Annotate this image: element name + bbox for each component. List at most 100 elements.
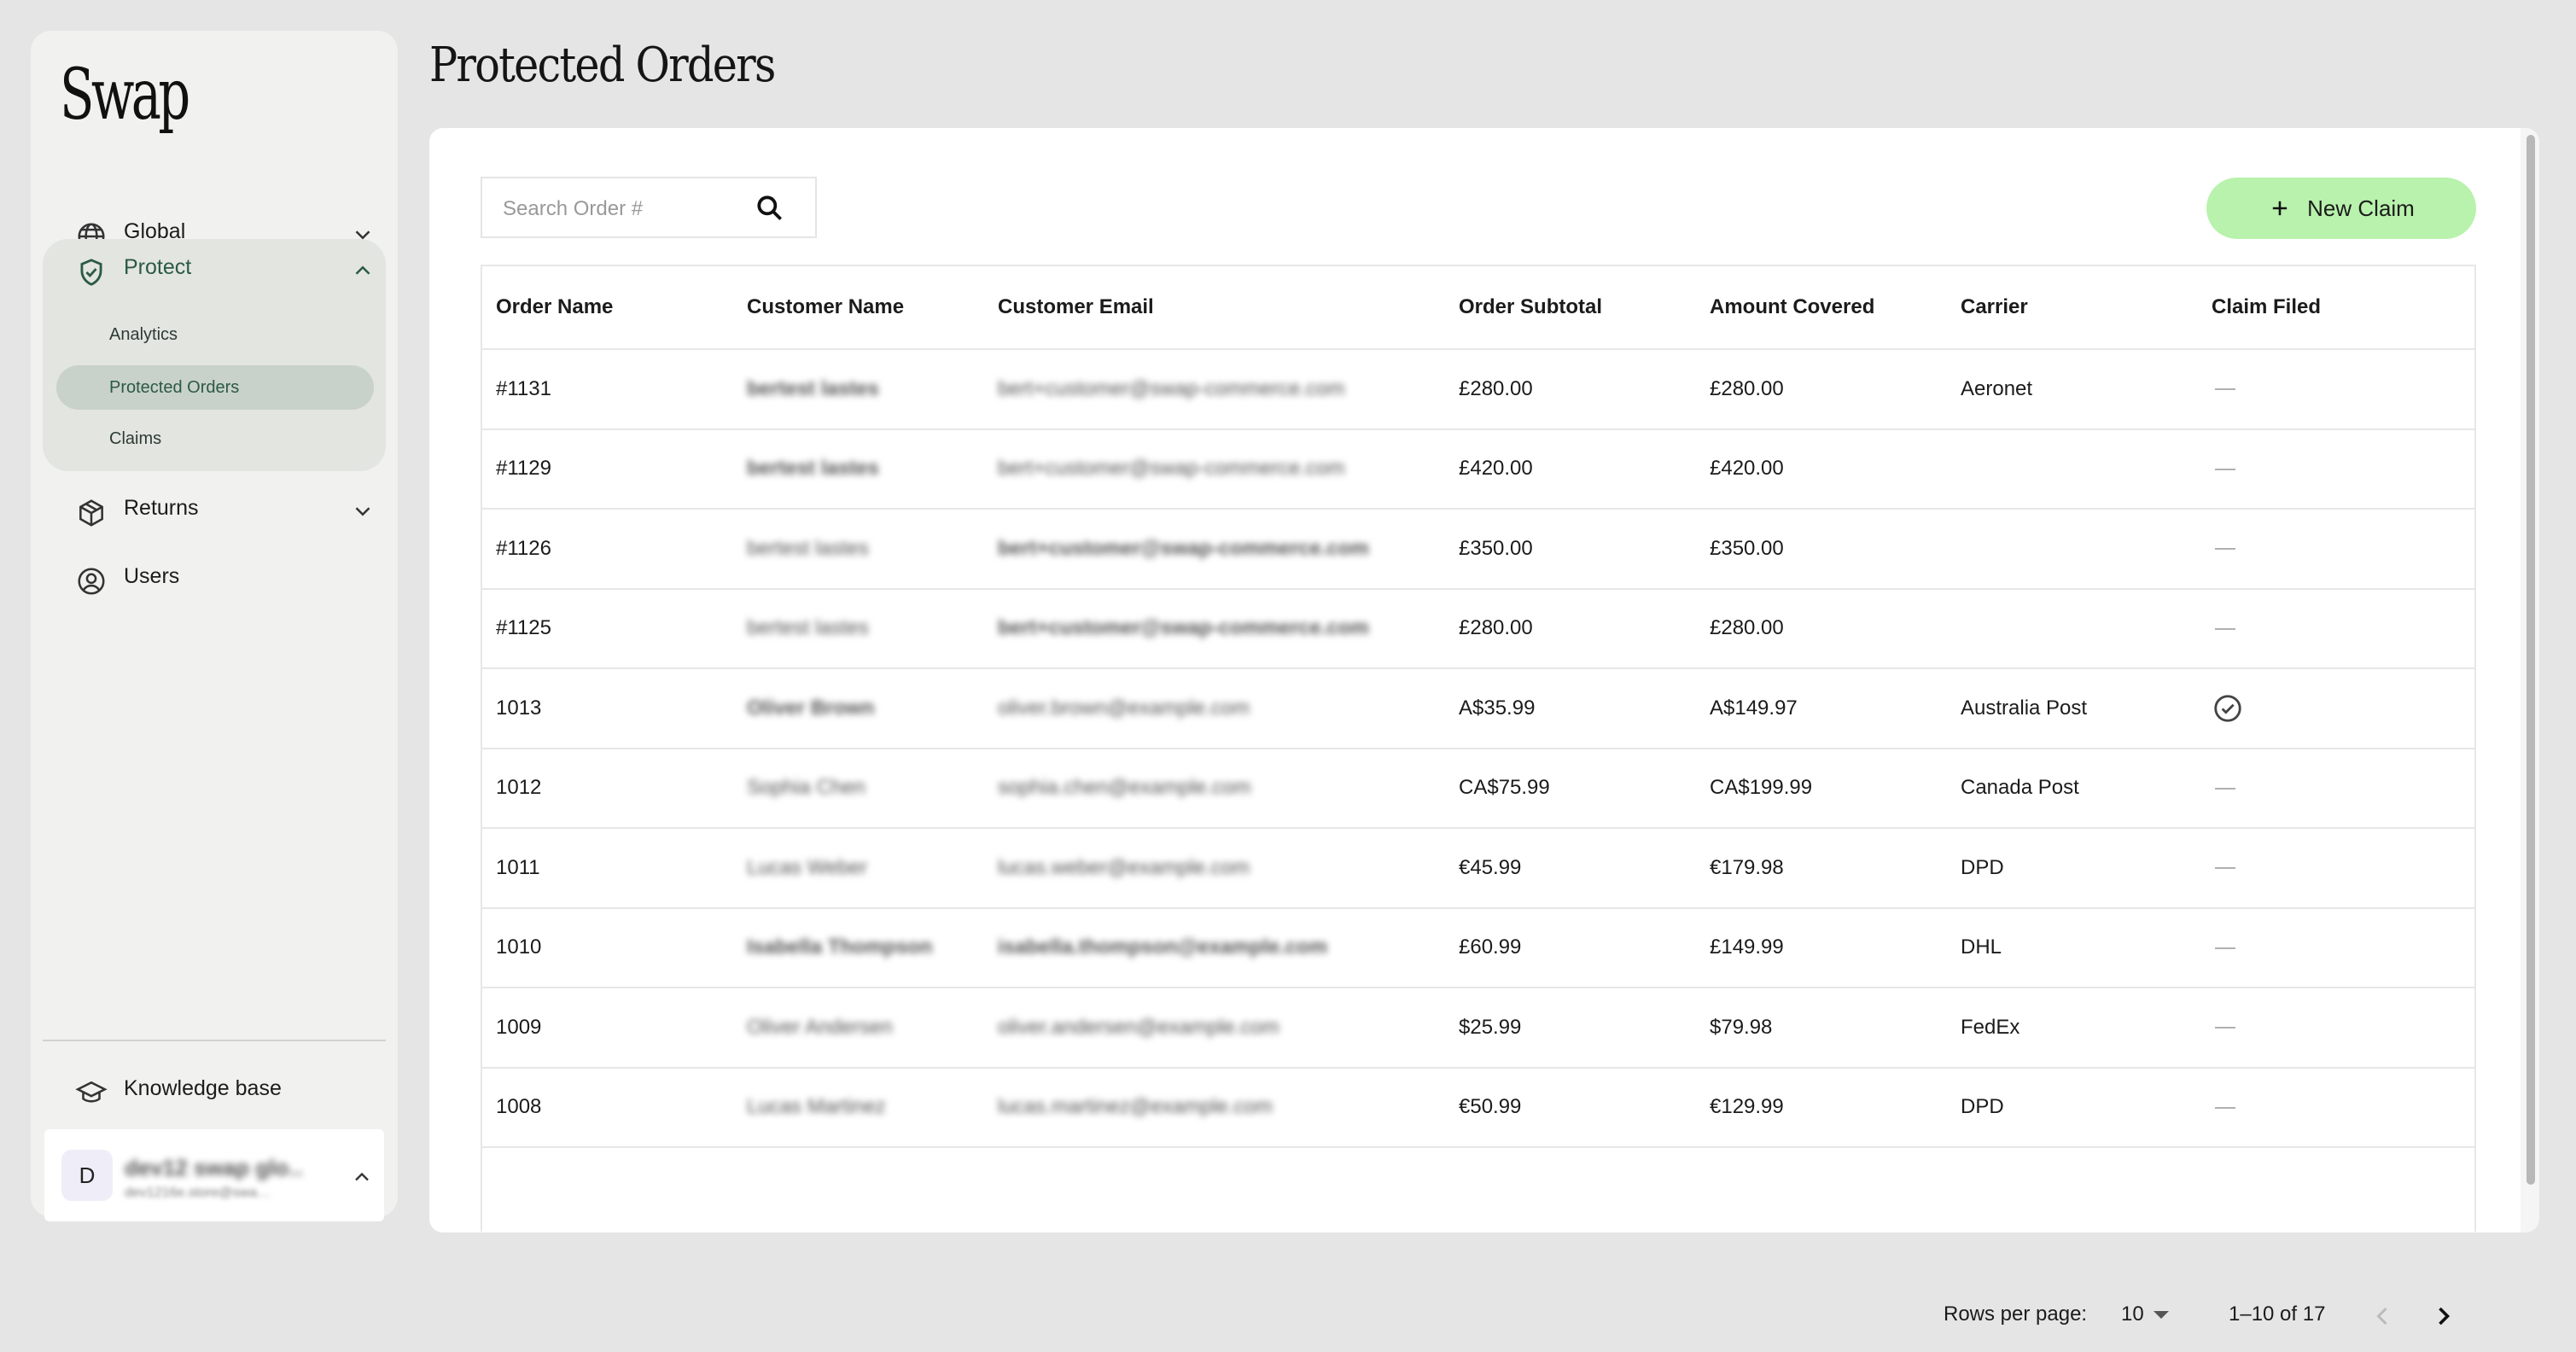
order-subtotal-cell: £280.00 (1445, 349, 1696, 430)
chevron-up-icon[interactable] (350, 1165, 374, 1189)
carrier-cell: DPD (1947, 1067, 2198, 1148)
column-header[interactable]: Order Name (482, 266, 733, 350)
rows-per-page-select[interactable]: 10 (2121, 1302, 2144, 1326)
dash-icon (2215, 1027, 2235, 1029)
claim-filed-cell (2198, 668, 2474, 749)
claim-filed-cell (2198, 907, 2474, 988)
carrier-cell (1947, 428, 2198, 510)
rows-per-page-label: Rows per page: (1944, 1302, 2088, 1326)
claim-filed-cell (2198, 748, 2474, 829)
order-name-cell: #1131 (482, 349, 733, 430)
order-subtotal-cell: £60.99 (1445, 907, 1696, 988)
order-name-cell: #1126 (482, 509, 733, 590)
order-subtotal-cell: CA$75.99 (1445, 748, 1696, 829)
customer-name-cell: bertest lastes (733, 509, 984, 590)
customer-name-cell: Oliver Brown (733, 668, 984, 749)
column-header[interactable]: Carrier (1947, 266, 2198, 350)
user-circle-icon (78, 568, 105, 595)
shield-check-icon (80, 259, 102, 286)
table-row[interactable]: #1129 bertest lastes bert+customer@swap-co… (482, 428, 2474, 510)
new-claim-button[interactable]: New Claim (2206, 178, 2476, 239)
claim-filed-cell (2198, 828, 2474, 909)
caret-down-icon[interactable] (2153, 1311, 2169, 1319)
account-switcher[interactable]: D dev12 swap glo… dev1216e.store@swa… (44, 1129, 384, 1221)
claim-filed-cell (2198, 428, 2474, 510)
table-header-row: Order Name Customer Name Customer Email … (482, 266, 2474, 350)
amount-covered-cell: £149.99 (1696, 907, 1947, 988)
customer-name-cell: bertest lastes (733, 588, 984, 669)
pagination-range: 1–10 of 17 (2229, 1302, 2326, 1326)
table-row[interactable]: 1013 Oliver Brown oliver.brown@example.com… (482, 668, 2474, 749)
dash-icon (2215, 468, 2235, 470)
column-header[interactable]: Amount Covered (1696, 266, 1947, 350)
sidebar-divider (43, 1040, 386, 1041)
carrier-cell (1947, 588, 2198, 669)
dash-icon (2215, 388, 2235, 391)
claim-filed-cell (2198, 349, 2474, 430)
customer-email-cell: bert+customer@swap-commerce.com (984, 588, 1445, 669)
search-box (481, 177, 817, 238)
table-row[interactable]: #1126 bertest lastes bert+customer@swap-co… (482, 509, 2474, 590)
carrier-cell: FedEx (1947, 988, 2198, 1069)
amount-covered-cell: £280.00 (1696, 349, 1947, 430)
app-logo: Swap (60, 55, 190, 136)
table-row[interactable]: 1011 Lucas Weber lucas.weber@example.com €4… (482, 828, 2474, 909)
customer-email-cell: sophia.chen@example.com (984, 748, 1445, 829)
amount-covered-cell: A$149.97 (1696, 668, 1947, 749)
sidebar-item-label: Returns (124, 495, 199, 520)
sidebar-subitem-claims[interactable]: Claims (56, 417, 374, 461)
sidebar-item-protect[interactable]: Protect (44, 239, 384, 295)
scrollbar-thumb[interactable] (2526, 135, 2535, 1185)
amount-covered-cell: £420.00 (1696, 428, 1947, 510)
column-header[interactable]: Customer Email (984, 266, 1445, 350)
sidebar-subitem-analytics[interactable]: Analytics (56, 312, 374, 357)
chevron-right-icon[interactable] (2428, 1301, 2459, 1332)
dash-icon (2215, 867, 2235, 870)
sidebar-subitem-protected-orders[interactable]: Protected Orders (56, 365, 374, 410)
order-subtotal-cell: £420.00 (1445, 428, 1696, 510)
sidebar-item-label: Knowledge base (124, 1075, 282, 1100)
column-header[interactable]: Customer Name (733, 266, 984, 350)
table-row[interactable]: 1008 Lucas Martinez lucas.martinez@example… (482, 1067, 2474, 1148)
sidebar-item-users[interactable]: Users (44, 548, 384, 604)
avatar: D (61, 1150, 113, 1201)
amount-covered-cell: $79.98 (1696, 988, 1947, 1069)
pagination: Rows per page: 10 1–10 of 17 (482, 1279, 2478, 1352)
order-name-cell: #1129 (482, 428, 733, 510)
amount-covered-cell: CA$199.99 (1696, 748, 1947, 829)
claim-filed-cell (2198, 509, 2474, 590)
amount-covered-cell: €129.99 (1696, 1067, 1947, 1148)
search-input[interactable] (501, 194, 735, 224)
chevron-left-icon[interactable] (2367, 1301, 2398, 1332)
orders-table: Order Name Customer Name Customer Email … (482, 266, 2474, 1148)
customer-name-cell: bertest lastes (733, 349, 984, 430)
carrier-cell: Aeronet (1947, 349, 2198, 430)
table-row[interactable]: #1125 bertest lastes bert+customer@swap-co… (482, 588, 2474, 669)
dash-icon (2215, 787, 2235, 790)
column-header[interactable]: Order Subtotal (1445, 266, 1696, 350)
table-row[interactable]: 1009 Oliver Andersen oliver.andersen@examp… (482, 988, 2474, 1069)
search-icon[interactable] (754, 192, 786, 224)
table-row[interactable]: #1131 bertest lastes bert+customer@swap-co… (482, 349, 2474, 430)
amount-covered-cell: €179.98 (1696, 828, 1947, 909)
sidebar-item-knowledge-base[interactable]: Knowledge base (44, 1060, 384, 1116)
check-circle-icon (2214, 695, 2241, 722)
customer-name-cell: Oliver Andersen (733, 988, 984, 1069)
graduation-cap-icon (75, 1081, 108, 1103)
order-subtotal-cell: €45.99 (1445, 828, 1696, 909)
account-email: dev1216e.store@swa… (125, 1186, 271, 1200)
table-row[interactable]: 1010 Isabella Thompson isabella.thompson@e… (482, 907, 2474, 988)
carrier-cell: DPD (1947, 828, 2198, 909)
orders-card: New Claim Order Name Customer Name Custo… (429, 128, 2538, 1326)
column-header[interactable]: Claim Filed (2198, 266, 2474, 350)
order-name-cell: 1008 (482, 1067, 733, 1148)
order-name-cell: 1013 (482, 668, 733, 749)
order-subtotal-cell: $25.99 (1445, 988, 1696, 1069)
plus-icon (2272, 201, 2288, 216)
chevron-down-icon (355, 507, 370, 516)
sidebar: Swap Global Protect Analytics Protected … (31, 31, 398, 1221)
sidebar-item-returns[interactable]: Returns (44, 480, 384, 536)
table-row[interactable]: 1012 Sophia Chen sophia.chen@example.com CA… (482, 748, 2474, 829)
claim-filed-cell (2198, 588, 2474, 669)
protect-group: Protect Analytics Protected Orders Claim… (43, 239, 386, 471)
